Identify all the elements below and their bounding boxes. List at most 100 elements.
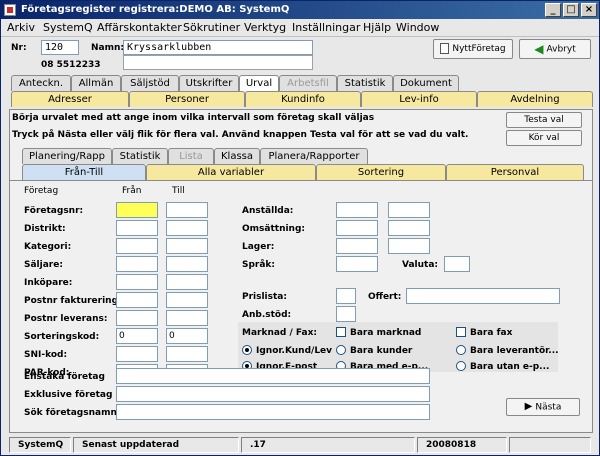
inkopare-to-input[interactable] <box>166 274 208 290</box>
kategori-to-input[interactable] <box>166 238 208 254</box>
label-sorteringskod: Sorteringskod: <box>24 332 100 342</box>
menu-window[interactable]: Window <box>396 21 439 34</box>
tab-personer[interactable]: Personer <box>129 91 245 107</box>
ignor-kund-radio[interactable] <box>242 345 252 355</box>
label-sok-foretagsnamn: Sök företagsnamn <box>24 408 117 418</box>
maximize-button[interactable]: □ <box>563 3 579 17</box>
tab-utskrifter[interactable]: Utskrifter <box>179 75 239 91</box>
tab-urval[interactable]: Urval <box>239 75 279 91</box>
exklusive-foretag-input[interactable] <box>116 386 430 402</box>
back-arrow-icon: ◀ <box>534 42 544 56</box>
column-foretag: Företag <box>24 186 59 196</box>
subtab-sortering[interactable]: Sortering <box>316 164 446 180</box>
subtab-personval[interactable]: Personval <box>446 164 584 180</box>
postnr-fakt-from-input[interactable] <box>116 292 158 308</box>
postnr-lev-from-input[interactable] <box>116 310 158 326</box>
subtab-lista[interactable]: Lista <box>168 148 214 164</box>
postnr-lev-to-input[interactable] <box>166 310 208 326</box>
saljare-to-input[interactable] <box>166 256 208 272</box>
label-exklusive-foretag: Exklusive företag <box>24 390 113 400</box>
label-foretagsnr: Företagsnr: <box>24 206 84 216</box>
foretagsnr-from-input[interactable] <box>116 202 158 218</box>
anstallda-from-input[interactable] <box>336 202 378 218</box>
nr-field[interactable]: 120 <box>41 40 79 55</box>
subtab-klassa[interactable]: Klassa <box>214 148 260 164</box>
enstaka-foretag-input[interactable] <box>116 368 430 384</box>
inkopare-from-input[interactable] <box>116 274 158 290</box>
prislista-input[interactable] <box>336 288 356 304</box>
label-enstaka-foretag: Enstaka företag <box>24 372 105 382</box>
close-button[interactable]: × <box>581 3 597 17</box>
menu-affarskontakter[interactable]: Affärskontakter <box>97 21 182 34</box>
tab-statistik[interactable]: Statistik <box>337 75 393 91</box>
sok-foretagsnamn-input[interactable] <box>116 404 430 420</box>
valuta-input[interactable] <box>444 256 470 272</box>
sorteringskod-from-input[interactable]: 0 <box>116 328 158 344</box>
tab-adresser[interactable]: Adresser <box>11 91 129 107</box>
tab-avdelning[interactable]: Avdelning <box>477 91 593 107</box>
menu-hjalp[interactable]: Hjälp <box>363 21 391 34</box>
kategori-from-input[interactable] <box>116 238 158 254</box>
omsattning-from-input[interactable] <box>336 220 378 236</box>
omsattning-to-input[interactable] <box>388 220 430 236</box>
menu-verktyg[interactable]: Verktyg <box>244 21 286 34</box>
distrikt-from-input[interactable] <box>116 220 158 236</box>
tab-dokument[interactable]: Dokument <box>393 75 459 91</box>
bara-kunder-radio[interactable] <box>336 345 346 355</box>
subtab-fran-till[interactable]: Från-Till <box>22 164 146 180</box>
sni-to-input[interactable] <box>166 346 208 362</box>
column-till: Till <box>172 186 185 196</box>
new-company-button[interactable]: NyttFöretag <box>433 39 513 59</box>
saljare-from-input[interactable] <box>116 256 158 272</box>
menu-installningar[interactable]: Inställningar <box>292 21 360 34</box>
label-marknad-fax: Marknad / Fax: <box>242 328 318 338</box>
namn-field[interactable]: Kryssarklubben <box>123 40 313 55</box>
tab-saljstod[interactable]: Säljstöd <box>121 75 179 91</box>
cancel-button[interactable]: ◀ Avbryt <box>519 39 591 59</box>
tab-levinfo[interactable]: Lev-info <box>361 91 477 107</box>
bara-leverantorer-radio[interactable] <box>456 345 466 355</box>
testa-val-button[interactable]: Testa val <box>506 112 582 128</box>
label-kategori: Kategori: <box>24 242 72 252</box>
bara-utan-epost-radio[interactable] <box>456 361 466 371</box>
tab-kundinfo[interactable]: Kundinfo <box>245 91 361 107</box>
bara-fax-checkbox[interactable] <box>456 327 466 337</box>
menu-systemq[interactable]: SystemQ <box>43 21 93 34</box>
label-sni-kod: SNI-kod: <box>24 350 68 360</box>
phone-number: 08 5512233 <box>41 60 101 70</box>
lager-to-input[interactable] <box>388 238 430 254</box>
kor-val-button[interactable]: Kör val <box>506 130 582 146</box>
menu-sokrutiner[interactable]: Sökrutiner <box>183 21 240 34</box>
postnr-fakt-to-input[interactable] <box>166 292 208 308</box>
subtab-statistik[interactable]: Statistik <box>112 148 168 164</box>
tab-anteckn[interactable]: Anteckn. <box>11 75 71 91</box>
label-lager: Lager: <box>242 242 275 252</box>
distrikt-to-input[interactable] <box>166 220 208 236</box>
sorteringskod-to-input[interactable]: 0 <box>166 328 208 344</box>
lager-from-input[interactable] <box>336 238 378 254</box>
bara-marknad-label: Bara marknad <box>350 328 422 338</box>
foretagsnr-to-input[interactable] <box>166 202 208 218</box>
anstallda-to-input[interactable] <box>388 202 430 218</box>
bara-fax-label: Bara fax <box>470 328 513 338</box>
label-omsattning: Omsättning: <box>242 224 306 234</box>
minimize-button[interactable]: _ <box>545 3 561 17</box>
menu-arkiv[interactable]: Arkiv <box>7 21 35 34</box>
subtab-planera-rapporter[interactable]: Planera/Rapporter <box>260 148 368 164</box>
label-saljare: Säljare: <box>24 260 63 270</box>
label-offert: Offert: <box>368 292 402 302</box>
status-empty <box>509 437 591 453</box>
namn-field-2[interactable] <box>123 55 313 70</box>
offert-input[interactable] <box>406 288 560 304</box>
sprak-input[interactable] <box>336 256 378 272</box>
nasta-button[interactable]: ▶ Nästa <box>506 398 580 416</box>
tab-arbetsfil[interactable]: Arbetsfil <box>279 75 337 91</box>
subtab-alla-variabler[interactable]: Alla variabler <box>146 164 316 180</box>
anb-stod-input[interactable] <box>336 306 356 322</box>
tab-allman[interactable]: Allmän <box>71 75 121 91</box>
subtab-planering-rapp[interactable]: Planering/Rapp <box>22 148 112 164</box>
sni-from-input[interactable] <box>116 346 158 362</box>
cancel-label: Avbryt <box>546 44 576 55</box>
main-window: Företagsregister registrera:DEMO AB: Sys… <box>0 0 600 456</box>
bara-marknad-checkbox[interactable] <box>336 327 346 337</box>
